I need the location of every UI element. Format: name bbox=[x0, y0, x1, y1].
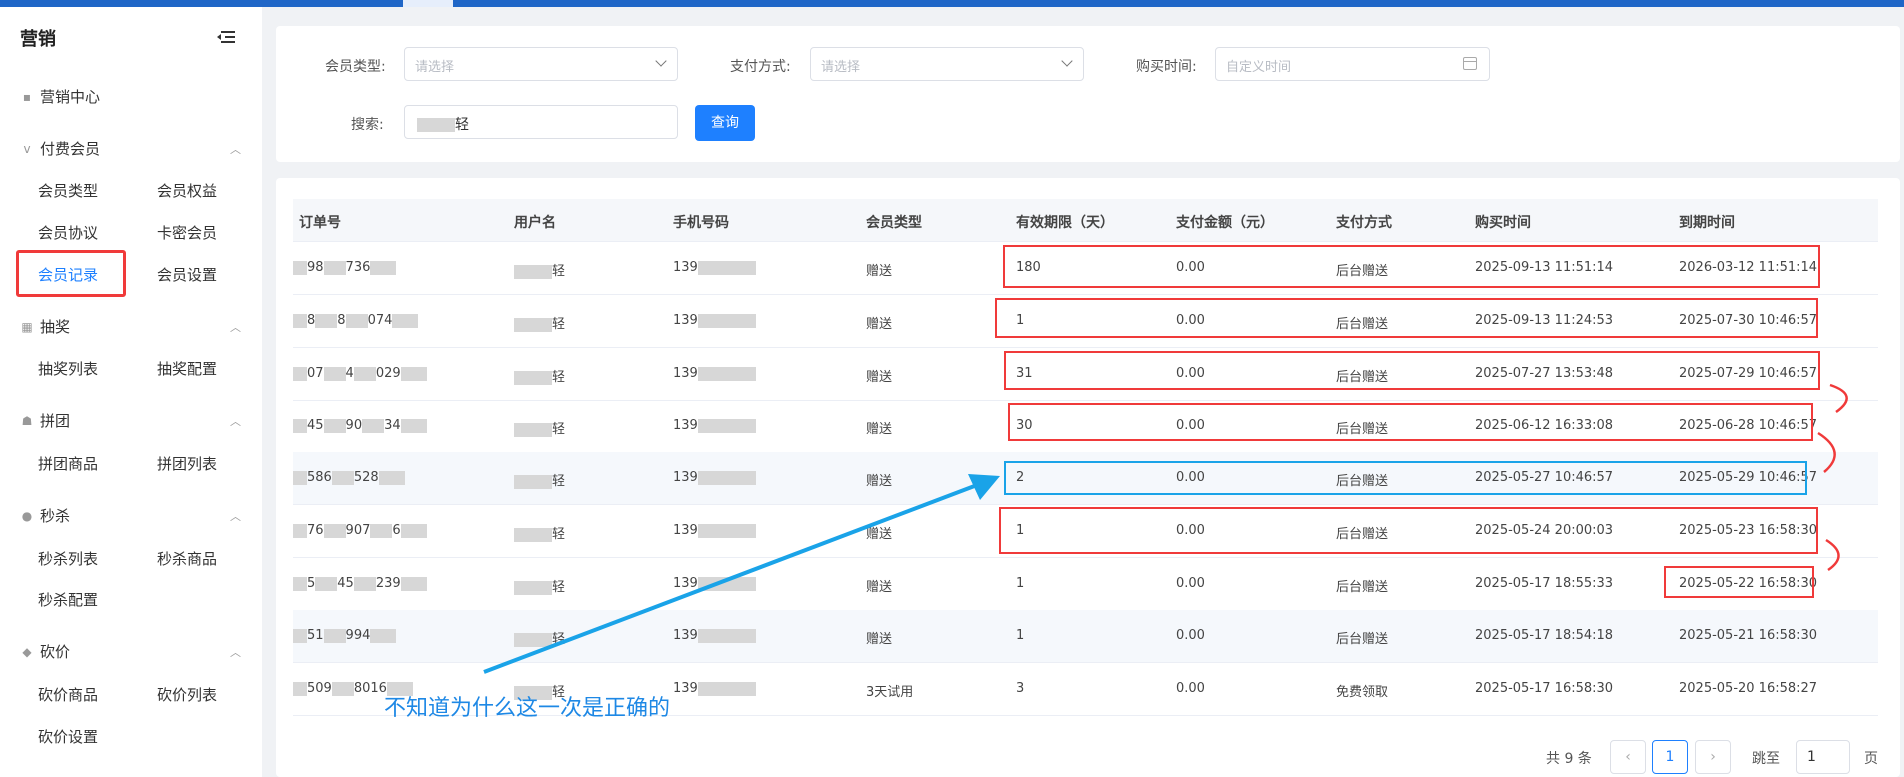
pagination-unit: 页 bbox=[1864, 751, 1878, 767]
bracket-mark bbox=[1825, 538, 1840, 572]
bracket-mark bbox=[1817, 431, 1836, 473]
chevron-left-icon[interactable]: ‹ bbox=[1610, 740, 1646, 774]
annotation-arrows bbox=[483, 383, 1848, 674]
pagination-page-1[interactable]: 1 bbox=[1652, 740, 1688, 774]
annotation-arrow-line bbox=[483, 480, 986, 674]
pagination-jump-input[interactable]: 1 bbox=[1796, 740, 1850, 774]
chevron-right-icon[interactable]: › bbox=[1695, 740, 1731, 774]
pagination-jump-label: 跳至 bbox=[1752, 751, 1780, 767]
pagination-total: 共 9 条 bbox=[1546, 751, 1592, 767]
annotation-text: 不知道为什么这一次是正确的 bbox=[384, 696, 671, 721]
bracket-mark bbox=[1829, 383, 1848, 414]
